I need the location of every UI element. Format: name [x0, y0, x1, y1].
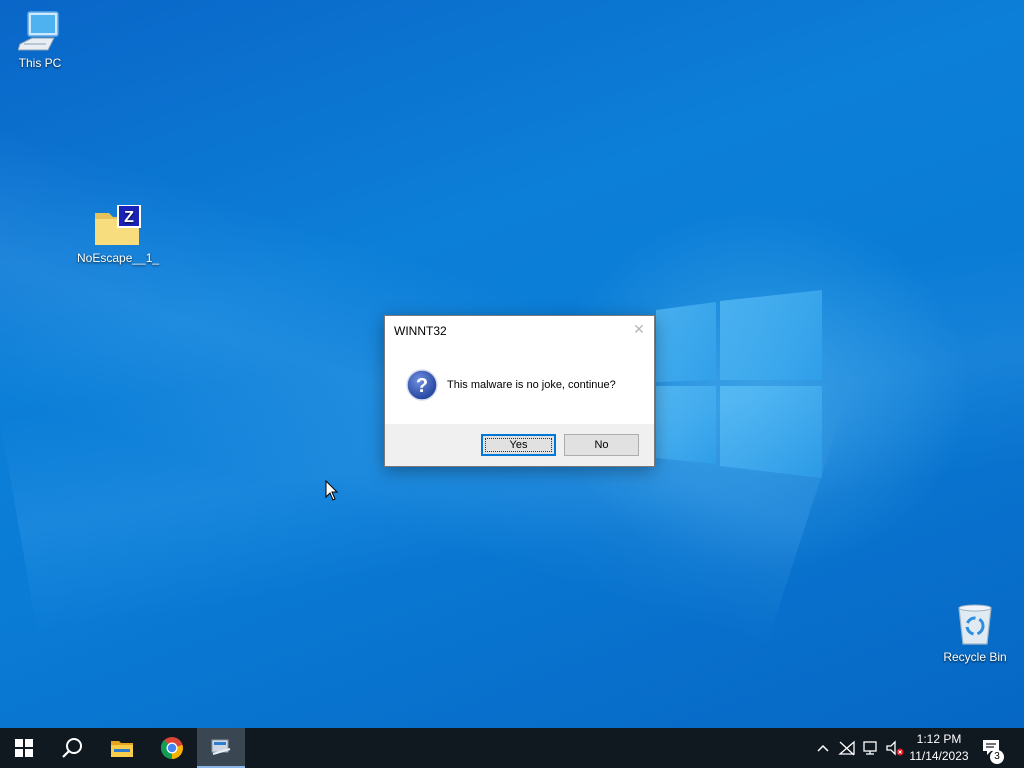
taskbar-file-explorer[interactable] [98, 728, 146, 768]
display-icon [863, 741, 877, 755]
start-button[interactable] [0, 728, 48, 768]
clock-time: 1:12 PM [916, 732, 962, 746]
windows-logo-wallpaper [656, 290, 822, 478]
desktop-icon-noescape[interactable]: Z NoEscape__1_ [77, 205, 160, 265]
network-offline-icon [838, 740, 855, 756]
chevron-up-icon [817, 744, 829, 752]
question-icon: ? [406, 369, 438, 401]
file-explorer-icon [111, 741, 133, 757]
desktop-icon-label: This PC [18, 56, 62, 70]
dialog-message: This malware is no joke, continue? [447, 379, 616, 391]
taskbar-chrome[interactable] [148, 728, 196, 768]
desktop-icon-label: NoEscape__1_ [77, 251, 160, 265]
taskbar: 1:12 PM 11/14/2023 3 [0, 728, 1024, 768]
chrome-icon [160, 737, 183, 759]
clock-date: 11/14/2023 [909, 749, 969, 763]
setup-app-icon [211, 739, 231, 755]
desktop-icon-label: Recycle Bin [943, 650, 1007, 664]
tray-network-status[interactable] [836, 738, 858, 758]
compressed-folder-icon: Z [95, 205, 141, 245]
dialog-body: ? This malware is no joke, continue? [385, 346, 654, 424]
close-icon[interactable]: ✕ [632, 322, 646, 336]
svg-text:Z: Z [124, 209, 134, 226]
tray-display[interactable] [860, 738, 882, 758]
tray-volume[interactable] [884, 738, 906, 758]
desktop-icon-recycle-bin[interactable]: Recycle Bin [935, 602, 1015, 664]
message-dialog: WINNT32 ✕ ? This malware is no joke, con… [384, 315, 655, 467]
svg-text:?: ? [416, 375, 428, 397]
search-button[interactable] [48, 728, 96, 768]
recycle-bin-icon [958, 604, 992, 645]
yes-button[interactable]: Yes [481, 434, 556, 456]
dialog-button-bar: Yes No [385, 424, 654, 466]
volume-muted-icon [886, 740, 904, 756]
show-hidden-icons-button[interactable] [812, 738, 834, 758]
taskbar-clock[interactable]: 1:12 PM 11/14/2023 [904, 731, 974, 765]
windows-start-icon [15, 739, 33, 757]
desktop-icon-this-pc[interactable]: This PC [0, 10, 80, 70]
dialog-title: WINNT32 [394, 324, 447, 338]
desktop: This PC Z NoEscape__1_ Recycle Bin WINNT… [0, 0, 1024, 728]
taskbar-running-app[interactable] [197, 728, 245, 768]
dialog-titlebar[interactable]: WINNT32 ✕ [385, 316, 654, 346]
no-button[interactable]: No [564, 434, 639, 456]
notification-count-badge: 3 [990, 750, 1004, 764]
mouse-cursor-icon [325, 480, 339, 501]
search-icon [62, 738, 82, 758]
computer-icon [18, 11, 59, 51]
